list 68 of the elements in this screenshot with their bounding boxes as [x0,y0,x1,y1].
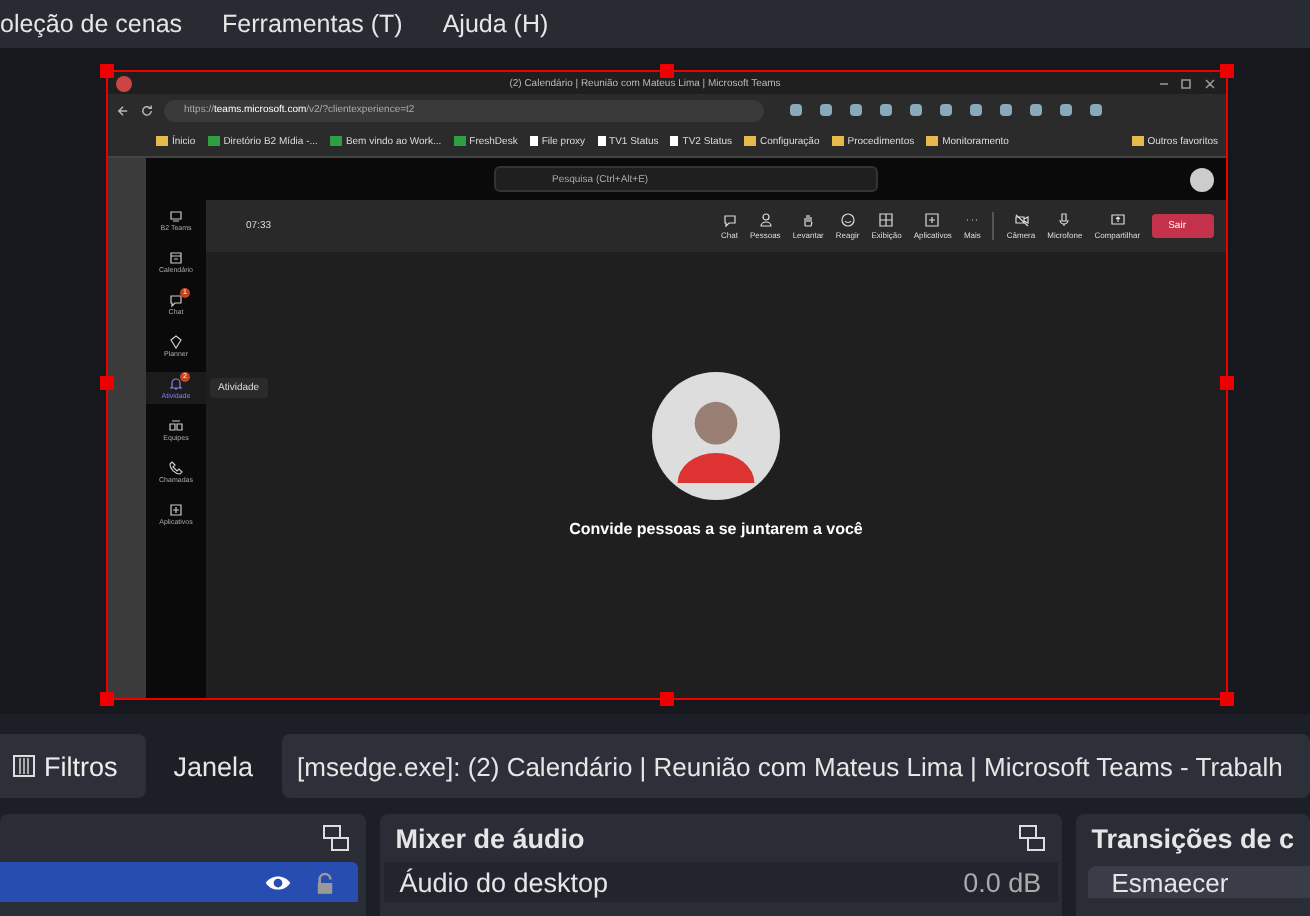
bookmark-icon [831,136,844,146]
profile-icon[interactable] [116,75,132,91]
extension-icon[interactable] [1030,104,1042,116]
window-controls-icon[interactable] [1158,77,1218,89]
phone-icon [168,460,184,476]
resize-handle[interactable] [100,376,114,390]
lock-icon[interactable] [315,871,334,893]
chat-icon [721,212,738,228]
extension-icon[interactable] [1060,104,1072,116]
people-icon [757,212,774,228]
reload-icon[interactable] [140,103,154,117]
undock-icon[interactable] [1017,824,1046,852]
back-icon[interactable] [116,103,130,117]
menu-item[interactable]: Ferramentas (T) [222,10,403,38]
camera-icon [1013,212,1029,228]
resize-handle[interactable] [1220,64,1234,78]
extension-icon[interactable] [1090,104,1102,116]
menu-item[interactable]: oleção de cenas [0,10,183,38]
smile-icon [839,212,856,228]
teams-icon [168,418,184,434]
resize-handle[interactable] [660,692,674,706]
bookmark-icon [207,136,220,146]
eye-icon[interactable] [263,871,292,893]
folder-icon [1131,136,1144,146]
resize-handle[interactable] [100,692,114,706]
mic-icon [1056,212,1073,228]
planner-icon [168,334,184,350]
share-icon [1109,212,1126,228]
bookmark-icon [597,136,606,146]
extension-icon[interactable] [940,104,952,116]
invite-text: Convide pessoas a se juntarem a você [569,520,863,538]
undock-icon[interactable] [321,824,350,852]
avatar-placeholder[interactable] [1190,167,1214,191]
resize-handle[interactable] [660,64,674,78]
window-label: Janela [173,751,254,781]
bookmark-icon [156,136,168,146]
bell-icon [168,376,184,392]
calendar-icon [168,250,184,266]
avatar-placeholder [652,372,780,500]
bookmark-icon [529,136,538,146]
channel-name: Áudio do desktop [399,867,609,897]
transition-dropdown[interactable]: Esmaecer [1087,866,1310,898]
apps-icon [168,502,184,518]
volume-reading: 0.0 dB [963,867,1042,897]
bookmark-icon [329,136,342,146]
view-icon [878,212,895,228]
bookmark-icon [670,136,679,146]
menu-item[interactable]: Ajuda (H) [442,10,549,38]
extension-icon[interactable] [1000,104,1012,116]
resize-handle[interactable] [1220,692,1234,706]
bookmark-icon [453,136,466,146]
resize-handle[interactable] [100,64,114,78]
filter-icon [12,754,36,778]
extension-icon[interactable] [970,104,982,116]
extension-icon[interactable] [820,104,832,116]
extension-icon[interactable] [850,104,862,116]
bookmark-icon [744,136,756,146]
resize-handle[interactable] [1220,376,1234,390]
chat-icon [168,292,184,308]
filters-button[interactable]: Filtros [0,734,146,798]
panel-title: Mixer de áudio [395,823,585,853]
window-dropdown[interactable]: [msedge.exe]: (2) Calendário | Reunião com Mateus Lima | Microsoft Teams - Trabalh [281,734,1310,798]
bookmark-icon [926,136,939,146]
apps-icon [924,212,941,228]
extension-icon[interactable] [790,104,802,116]
panel-title: Transições de c [1091,823,1294,853]
extension-icon[interactable] [880,104,892,116]
extension-icon[interactable] [910,104,922,116]
